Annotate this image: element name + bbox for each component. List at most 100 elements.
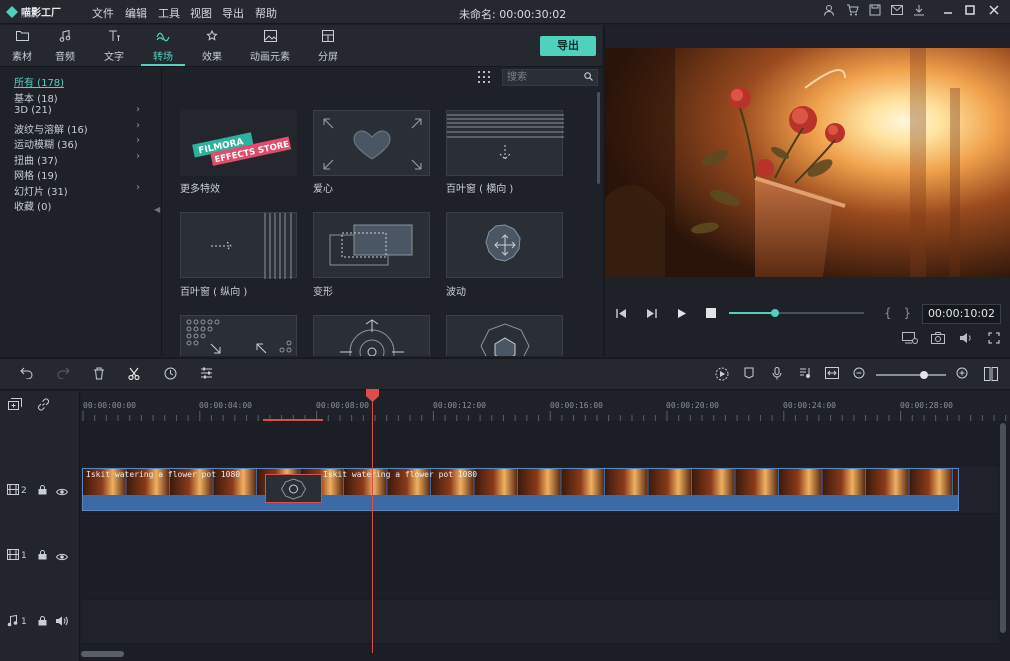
fit-timeline-icon[interactable] (824, 367, 840, 383)
delete-icon[interactable] (91, 367, 107, 383)
cart-icon[interactable] (844, 4, 860, 20)
thumb-radial[interactable] (313, 315, 430, 356)
tab-effects[interactable]: 效果 (190, 29, 234, 64)
volume-icon[interactable] (958, 332, 974, 346)
video-clip[interactable]: Iskit watering a flower pot 1080 Iskit w… (82, 468, 959, 511)
timeline-vertical-scrollbar[interactable] (1000, 423, 1006, 633)
fullscreen-icon[interactable] (986, 332, 1002, 346)
tab-audio[interactable]: 音频 (43, 29, 87, 64)
menu-export[interactable]: 导出 (222, 5, 244, 21)
progress-knob[interactable] (770, 309, 779, 317)
category-item[interactable]: 扭曲 (37) (14, 152, 58, 167)
link-icon[interactable] (35, 398, 51, 414)
maximize-icon[interactable] (962, 4, 978, 20)
time-ruler[interactable]: 00:00:00:00 00:00:04:00 00:00:08:00 00:0… (81, 391, 1010, 421)
snapshot-icon[interactable] (930, 332, 946, 346)
marker-icon[interactable] (741, 367, 757, 383)
stop-button[interactable] (704, 308, 718, 322)
adjust-icon[interactable] (198, 367, 214, 383)
thumb-heart[interactable] (313, 110, 430, 176)
category-item[interactable]: 运动模糊 (36) (14, 136, 78, 151)
zoom-slider[interactable] (876, 371, 946, 379)
thumb-morph[interactable] (313, 212, 430, 278)
export-button[interactable]: 导出 (540, 36, 596, 56)
menu-tools[interactable]: 工具 (158, 5, 180, 21)
search-icon[interactable] (584, 72, 593, 84)
add-track-icon[interactable] (7, 398, 23, 414)
render-preview-icon[interactable] (902, 332, 918, 346)
tab-transitions[interactable]: 转场 (141, 30, 185, 66)
audio-mixer-icon[interactable] (797, 367, 813, 383)
next-frame-button[interactable] (644, 308, 658, 322)
redo-icon[interactable] (55, 367, 71, 383)
mail-icon[interactable] (889, 4, 905, 20)
mark-in-out-icon[interactable]: { } (884, 306, 915, 320)
tab-elements[interactable]: 动画元素 (248, 30, 292, 64)
menu-help[interactable]: 帮助 (255, 5, 277, 21)
menu-view[interactable]: 视图 (190, 5, 212, 21)
thumb-more-effects[interactable]: FILMORA EFFECTS STORE (180, 110, 297, 176)
thumb-label: 变形 (313, 287, 333, 298)
thumb-dots[interactable] (180, 315, 297, 356)
category-item[interactable]: 基本 (18) (14, 90, 58, 105)
eye-icon[interactable] (55, 486, 69, 499)
render-icon[interactable] (714, 367, 730, 383)
tab-text[interactable]: 文字 (92, 30, 136, 64)
app-subname: filmora (21, 14, 39, 20)
category-item[interactable]: 幻灯片 (31) (14, 183, 68, 198)
category-item[interactable]: 收藏 (0) (14, 198, 51, 213)
timeline-horizontal-scrollbar[interactable] (81, 651, 124, 657)
lock-icon[interactable] (38, 485, 47, 498)
chevron-right-icon[interactable]: › (136, 104, 140, 115)
category-item[interactable]: 所有 (178) (14, 74, 64, 89)
app-logo: 喵影工厂 filmora (6, 4, 66, 20)
thumb-blinds-vertical[interactable] (180, 212, 297, 279)
playback-progress[interactable] (729, 309, 864, 317)
current-timecode: 00:00:10:02 (922, 304, 1001, 324)
chevron-right-icon[interactable]: › (136, 182, 140, 193)
tab-media[interactable]: 素材 (0, 30, 44, 64)
library-scrollbar[interactable] (597, 92, 600, 184)
thumb-blinds-horizontal[interactable] (446, 110, 564, 176)
ruler-label: 00:00:24:00 (783, 401, 836, 410)
prev-frame-button[interactable] (614, 308, 628, 322)
zoom-in-icon[interactable] (954, 367, 970, 383)
category-item[interactable]: 波纹与溶解 (16) (14, 121, 88, 136)
collapse-panel-icon[interactable]: ◀ (154, 205, 160, 214)
split-screen-icon (306, 30, 350, 46)
menu-edit[interactable]: 编辑 (125, 5, 147, 21)
zoom-out-icon[interactable] (851, 367, 867, 383)
minimize-icon[interactable] (940, 4, 956, 20)
timeline-layout-icon[interactable] (983, 367, 999, 383)
cut-icon[interactable] (126, 367, 142, 383)
playhead[interactable] (372, 391, 373, 653)
lock-icon[interactable] (38, 616, 47, 629)
thumb-wave[interactable] (446, 212, 563, 278)
chevron-right-icon[interactable]: › (136, 135, 140, 146)
ruler-label: 00:00:12:00 (433, 401, 486, 410)
logo-mark-icon (6, 6, 18, 18)
speed-icon[interactable] (162, 367, 178, 383)
account-icon[interactable] (821, 4, 837, 20)
category-item[interactable]: 网格 (19) (14, 167, 58, 182)
folder-icon (0, 30, 44, 46)
save-icon[interactable] (867, 4, 883, 20)
tab-split-screen[interactable]: 分屏 (306, 30, 350, 64)
play-button[interactable] (674, 308, 688, 322)
undo-icon[interactable] (19, 367, 35, 383)
search-input[interactable] (507, 71, 579, 84)
category-item[interactable]: 3D (21) (14, 105, 52, 116)
chevron-right-icon[interactable]: › (136, 120, 140, 131)
menu-file[interactable]: 文件 (92, 5, 114, 21)
eye-icon[interactable] (55, 551, 69, 564)
grid-view-icon[interactable] (478, 71, 490, 83)
microphone-icon[interactable] (769, 367, 785, 383)
thumb-hexagon[interactable] (446, 315, 563, 356)
zoom-knob[interactable] (919, 371, 928, 379)
close-icon[interactable] (986, 4, 1002, 20)
transition-block[interactable] (265, 474, 322, 503)
download-icon[interactable] (911, 4, 927, 20)
speaker-icon[interactable] (55, 616, 68, 629)
lock-icon[interactable] (38, 550, 47, 563)
chevron-right-icon[interactable]: › (136, 151, 140, 162)
